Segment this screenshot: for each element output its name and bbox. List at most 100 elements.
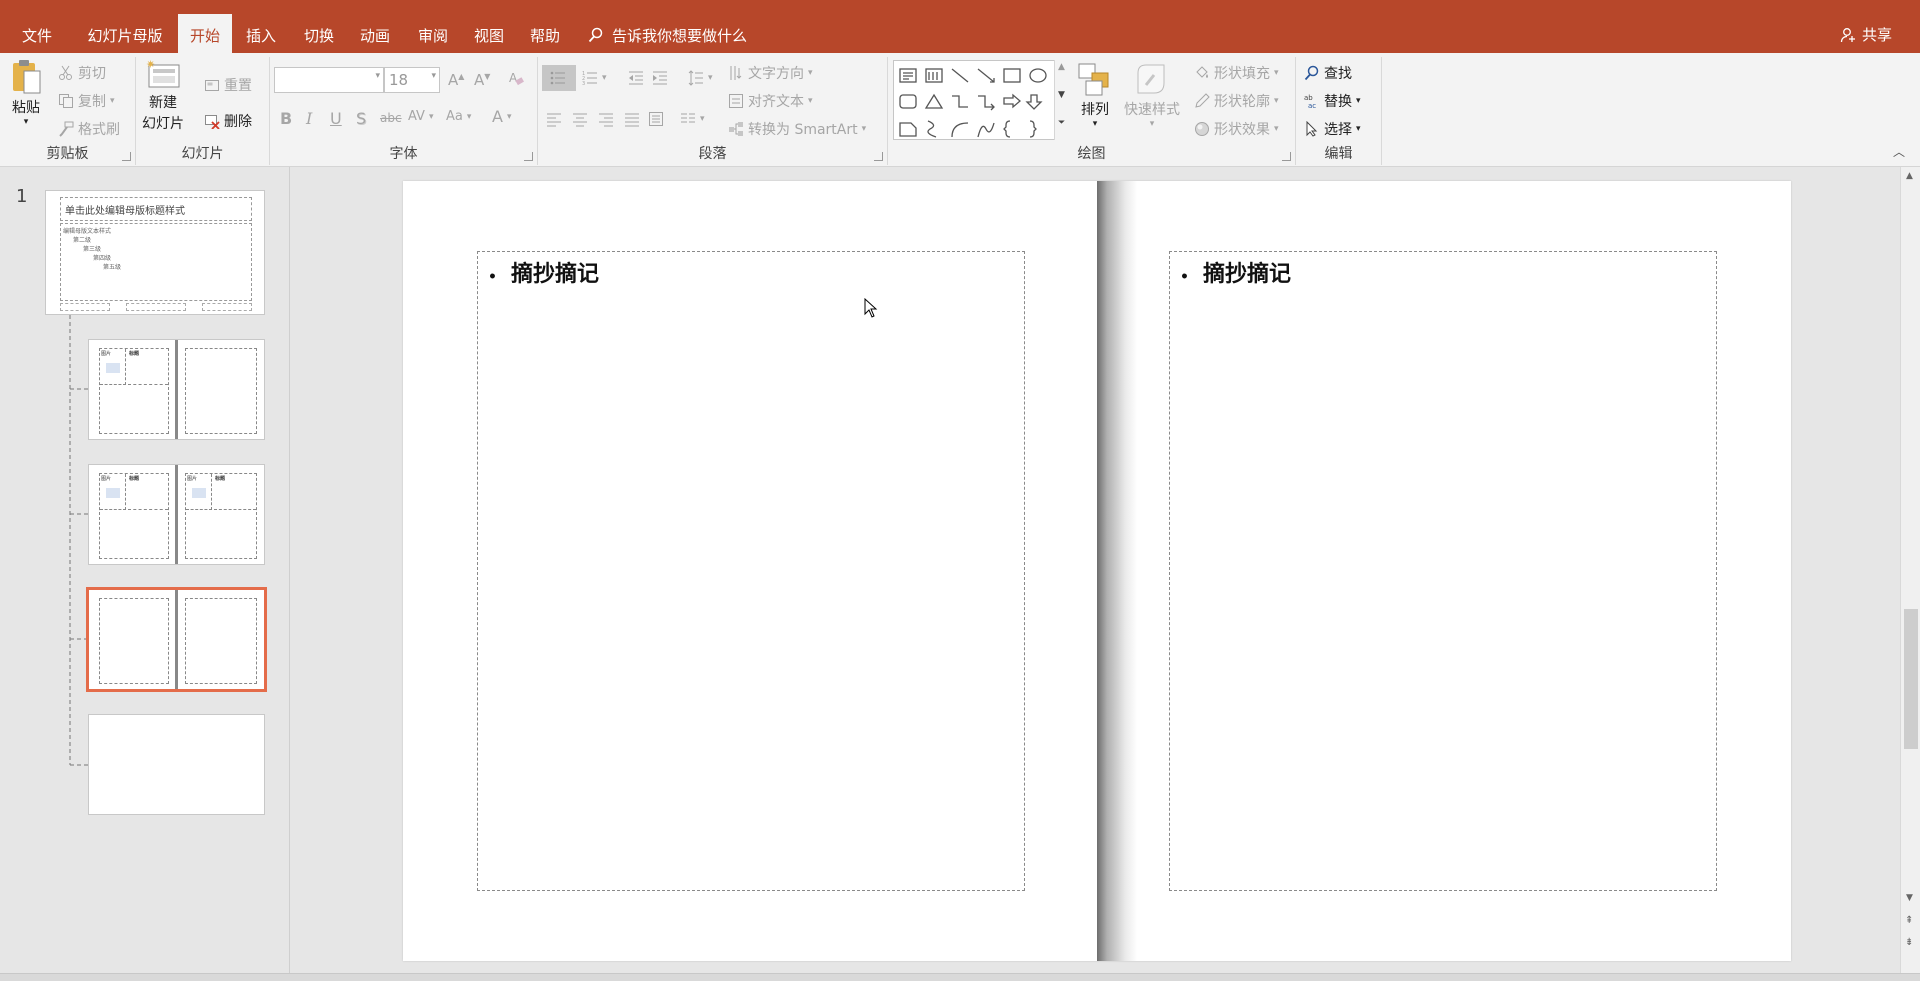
shape-effects-button[interactable]: 形状效果 ▾	[1194, 119, 1279, 139]
left-bullet-item[interactable]: • 摘抄摘记	[488, 256, 599, 288]
align-left-icon	[547, 113, 561, 127]
thumbnail-master[interactable]: 单击此处编辑母版标题样式 编辑母版文本样式 第二级 第三级 第四级 第五级	[45, 190, 265, 315]
shapes-gallery-icons	[899, 68, 1047, 138]
tab-transitions[interactable]: 切换	[296, 24, 342, 53]
increase-indent-button[interactable]	[652, 70, 668, 86]
tab-home[interactable]: 开始	[178, 14, 232, 53]
group-font: ▾ 18 ▾ A▲ A▼ A B I U S abc AV ▾ Aa ▾ A ▾ 字体	[270, 57, 538, 165]
distributed-button[interactable]	[648, 111, 664, 127]
chevron-down-icon: ▾	[506, 111, 512, 122]
tab-view[interactable]: 视图	[466, 24, 512, 53]
numbering-button[interactable]: 123 ▾	[582, 70, 607, 86]
change-case-button[interactable]: Aa ▾	[446, 109, 471, 124]
underline-button[interactable]: U	[330, 109, 342, 128]
text-direction-button[interactable]: 文字方向 ▾	[728, 63, 813, 83]
chevron-down-icon: ▾	[700, 114, 705, 124]
shape-outline-button[interactable]: 形状轮廓 ▾	[1194, 91, 1279, 111]
layout-placeholder: 图片 标题	[185, 473, 257, 559]
group-clipboard: 粘贴 ▾ 剪切 复制 ▾ 格式刷 剪贴板	[0, 57, 136, 165]
font-color-button[interactable]: A ▾	[492, 107, 511, 126]
decrease-indent-button[interactable]	[628, 70, 644, 86]
line-spacing-button[interactable]: ▾	[688, 70, 713, 86]
cut-button[interactable]: 剪切	[58, 63, 106, 83]
text-shadow-button[interactable]: S	[356, 109, 366, 128]
font-name-select[interactable]: ▾	[274, 67, 384, 93]
tab-review[interactable]: 审阅	[410, 24, 456, 53]
thumbnail-layout-2[interactable]: 图片 标题 图片 标题	[88, 464, 265, 565]
svg-text:✷: ✷	[146, 59, 155, 71]
dialog-launcher-icon[interactable]	[524, 152, 533, 161]
person-add-icon	[1840, 27, 1855, 42]
tab-file[interactable]: 文件	[14, 24, 60, 53]
font-size-select[interactable]: 18 ▾	[384, 67, 440, 93]
decrease-font-icon: A▼	[474, 71, 491, 89]
delete-slide-button[interactable]: 删除	[204, 111, 252, 131]
chevron-down-icon: ▾	[808, 68, 813, 78]
tab-slide-master[interactable]: 幻灯片母版	[78, 24, 172, 53]
clear-format-button[interactable]: A	[508, 71, 524, 87]
convert-smartart-button[interactable]: 转换为 SmartArt ▾	[728, 119, 866, 139]
char-spacing-button[interactable]: AV ▾	[408, 109, 434, 124]
right-content-placeholder[interactable]: • 摘抄摘记	[1169, 251, 1717, 891]
align-right-button[interactable]	[598, 111, 614, 127]
select-button[interactable]: 选择 ▾	[1304, 119, 1361, 139]
scroll-down-icon[interactable]: ▼	[1906, 893, 1913, 903]
dialog-launcher-icon[interactable]	[874, 152, 883, 161]
shape-fill-button[interactable]: 形状填充 ▾	[1194, 63, 1279, 83]
bold-button[interactable]: B	[280, 109, 292, 128]
tab-help[interactable]: 帮助	[522, 24, 568, 53]
previous-slide-icon[interactable]: ⇞	[1905, 915, 1913, 926]
dialog-launcher-icon[interactable]	[1282, 152, 1291, 161]
italic-button[interactable]: I	[306, 109, 312, 128]
columns-button[interactable]: ▾	[680, 111, 705, 127]
arrange-button[interactable]: 排列 ▾	[1078, 63, 1112, 129]
char-spacing-label: AV	[408, 109, 425, 124]
chevron-up-icon[interactable]: ▲	[1058, 62, 1065, 72]
decrease-font-button[interactable]: A▼	[474, 71, 490, 89]
quick-styles-button[interactable]: 快速样式 ▾	[1124, 63, 1180, 129]
tab-insert[interactable]: 插入	[238, 24, 284, 53]
copy-button[interactable]: 复制 ▾	[58, 91, 115, 111]
group-paragraph: 123 ▾ ▾ 文字方向 ▾ 对齐文本 ▾ 转换为 SmartArt ▾ ▾ 段落	[538, 57, 888, 165]
decrease-indent-icon	[629, 71, 643, 85]
vertical-scrollbar[interactable]: ▲ ▼ ⇞ ⇟	[1900, 167, 1920, 973]
new-slide-button[interactable]: ✷ 新建 幻灯片	[142, 59, 184, 133]
chevron-down-icon[interactable]: ▼	[1058, 90, 1065, 100]
chevron-down-icon: ▾	[23, 117, 29, 127]
left-content-placeholder[interactable]: • 摘抄摘记	[477, 251, 1025, 891]
shapes-gallery-scroll[interactable]: ▲ ▼ ⏷	[1054, 60, 1070, 140]
align-left-button[interactable]	[546, 111, 562, 127]
paint-bucket-icon	[1196, 66, 1208, 78]
tab-animations[interactable]: 动画	[352, 24, 398, 53]
shapes-gallery[interactable]	[893, 60, 1069, 140]
new-slide-label-1: 新建	[149, 95, 177, 111]
align-text-button[interactable]: 对齐文本 ▾	[728, 91, 813, 111]
scroll-up-icon[interactable]: ▲	[1906, 171, 1913, 181]
bullets-button[interactable]	[542, 65, 576, 91]
clipboard-group-label: 剪贴板	[46, 146, 89, 162]
justify-button[interactable]	[624, 111, 640, 127]
share-button[interactable]: 共享	[1840, 24, 1892, 45]
replace-button[interactable]: ab ac 替换 ▾	[1304, 91, 1361, 111]
scrollbar-thumb[interactable]	[1904, 609, 1918, 749]
find-button[interactable]: 查找	[1304, 63, 1352, 83]
smartart-icon	[729, 122, 743, 136]
collapse-ribbon-icon[interactable]: ︿	[1893, 143, 1905, 160]
master-title-placeholder: 单击此处编辑母版标题样式	[60, 197, 252, 221]
slides-group-label: 幻灯片	[181, 146, 224, 162]
gallery-more-icon[interactable]: ⏷	[1058, 118, 1065, 128]
increase-font-button[interactable]: A▲	[448, 71, 464, 89]
strikethrough-button[interactable]: abc	[380, 111, 402, 125]
bullet-dot: •	[1180, 269, 1189, 285]
format-painter-button[interactable]: 格式刷	[58, 119, 120, 139]
reset-button[interactable]: 重置	[204, 75, 252, 95]
right-bullet-item[interactable]: • 摘抄摘记	[1180, 256, 1291, 288]
paste-button[interactable]: 粘贴 ▾	[10, 59, 42, 127]
thumbnail-layout-4[interactable]	[88, 714, 265, 815]
dialog-launcher-icon[interactable]	[122, 152, 131, 161]
align-center-button[interactable]	[572, 111, 588, 127]
tell-me-search[interactable]: 告诉我你想要做什么	[588, 24, 747, 46]
next-slide-icon[interactable]: ⇟	[1905, 937, 1913, 948]
thumbnail-layout-1[interactable]: 图片 标题	[88, 339, 265, 440]
thumbnail-layout-3-selected[interactable]	[86, 587, 267, 692]
